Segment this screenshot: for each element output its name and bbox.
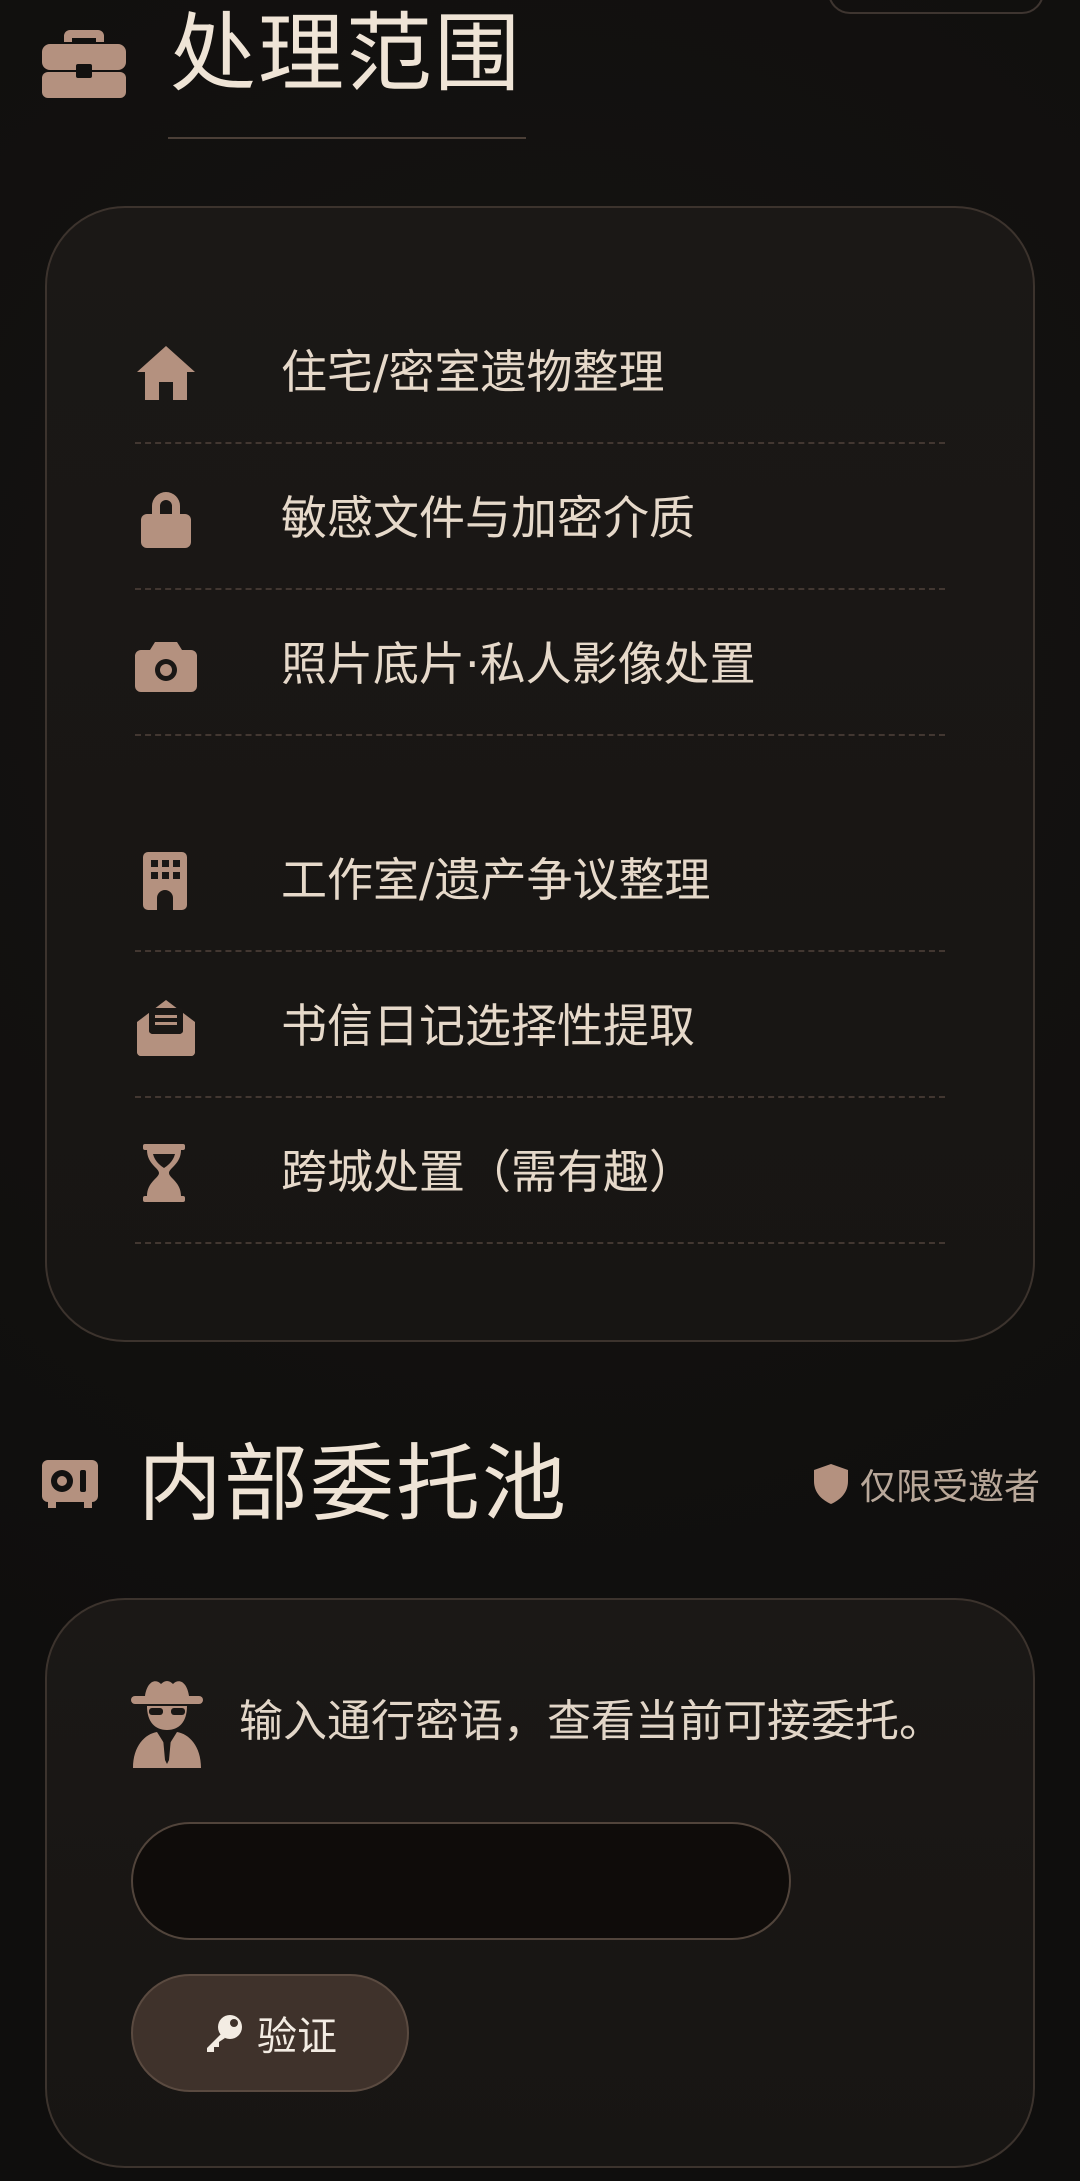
shield-icon — [814, 1464, 848, 1504]
key-icon — [207, 2015, 242, 2052]
page: 处理范围 住宅/密室遗物整理 敏感文件与加密介质 照片底片·私人影像处置 工作室… — [0, 0, 1080, 2181]
scope-item-label: 工作室/遗产争议整理 — [281, 853, 711, 907]
passphrase-hint: 输入通行密语，查看当前可接委托。 — [239, 1696, 943, 1747]
verify-button[interactable]: 验证 — [131, 1974, 409, 2092]
invite-only-badge: 仅限受邀者 — [812, 1458, 1040, 1510]
scope-item: 敏感文件与加密介质 — [135, 444, 945, 590]
hourglass-icon — [143, 1144, 185, 1202]
title-underline — [168, 137, 526, 139]
envelope-open-icon — [137, 1000, 195, 1056]
pool-card: 输入通行密语，查看当前可接委托。 验证 — [45, 1598, 1035, 2168]
scope-item: 工作室/遗产争议整理 — [135, 806, 945, 952]
scope-item: 住宅/密室遗物整理 — [135, 298, 945, 444]
scope-item: 跨城处置（需有趣） — [135, 1098, 945, 1244]
scope-item-label: 住宅/密室遗物整理 — [281, 345, 665, 399]
briefcase-icon — [42, 30, 126, 98]
scope-item: 照片底片·私人影像处置 — [135, 590, 945, 736]
scope-section-title: 处理范围 — [170, 4, 522, 104]
lock-icon — [141, 492, 191, 548]
passphrase-input[interactable] — [131, 1822, 791, 1940]
scope-item-label: 书信日记选择性提取 — [281, 999, 695, 1053]
top-pill-button[interactable] — [828, 0, 1044, 14]
spy-icon — [131, 1681, 203, 1768]
home-icon — [137, 346, 195, 400]
vault-icon — [42, 1460, 98, 1508]
camera-icon — [135, 642, 197, 692]
scope-card: 住宅/密室遗物整理 敏感文件与加密介质 照片底片·私人影像处置 工作室/遗产争议… — [45, 206, 1035, 1342]
badge-label: 仅限受邀者 — [860, 1467, 1041, 1508]
scope-item-label: 照片底片·私人影像处置 — [281, 637, 756, 691]
scope-item-label: 跨城处置（需有趣） — [281, 1145, 695, 1199]
scope-item: 书信日记选择性提取 — [135, 952, 945, 1098]
scope-item-label: 敏感文件与加密介质 — [281, 491, 695, 545]
verify-button-label: 验证 — [257, 2014, 337, 2060]
pool-section-title: 内部委托池 — [138, 1435, 569, 1533]
building-icon — [143, 852, 187, 910]
